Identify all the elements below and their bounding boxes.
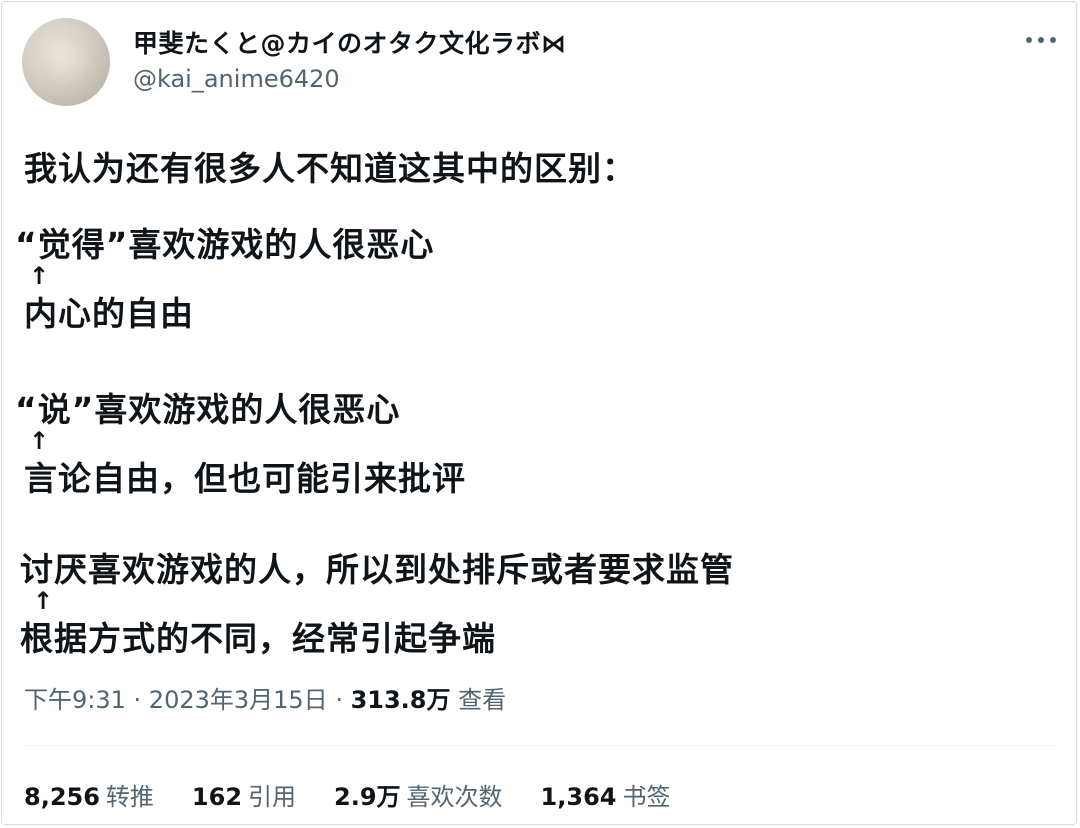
tweet-line: “说”喜欢游戏的人很恶心 — [15, 390, 401, 429]
tweet-line: 讨厌喜欢游戏的人，所以到处排斥或者要求监管 — [20, 550, 734, 589]
tweet-line: 根据方式的不同，经常引起争端 — [20, 619, 496, 658]
stat-quotes-label: 引用 — [248, 783, 297, 811]
tweet-line: 内心的自由 — [24, 294, 194, 333]
stat-likes-label: 喜欢次数 — [406, 783, 503, 811]
avatar[interactable] — [22, 18, 110, 106]
stat-quotes-count: 162 — [191, 783, 243, 811]
author-display-name[interactable]: 甲斐たくと@カイのオタク文化ラボ⋈ — [133, 24, 567, 60]
tweet-line: 言论自由，但也可能引来批评 — [24, 459, 466, 498]
stat-likes-count: 2.9万 — [334, 783, 401, 811]
tweet-card: 甲斐たくと@カイのオタク文化ラボ⋈ @kai_anime6420 我认为还有很多… — [1, 1, 1077, 825]
arrow-up-icon: ↑ — [33, 587, 54, 615]
stat-bookmarks-label: 书签 — [622, 783, 671, 811]
dot-icon — [1026, 37, 1032, 43]
stat-bookmarks-count: 1,364 — [540, 783, 617, 811]
views-label[interactable]: 查看 — [451, 686, 506, 714]
stat-quotes[interactable]: 162 引用 — [192, 777, 296, 812]
stat-retweets[interactable]: 8,256 转推 — [24, 777, 154, 812]
tweet-date[interactable]: 2023年3月15日 — [149, 686, 328, 714]
stat-bookmarks[interactable]: 1,364 书签 — [541, 777, 671, 812]
arrow-up-icon: ↑ — [29, 427, 50, 455]
tweet-line: “觉得”喜欢游戏的人很恶心 — [15, 225, 435, 264]
meta-separator: · — [327, 686, 351, 714]
views-count[interactable]: 313.8万 — [351, 686, 451, 714]
divider — [24, 745, 1056, 746]
stat-retweets-label: 转推 — [105, 783, 154, 811]
dot-icon — [1038, 37, 1044, 43]
arrow-up-icon: ↑ — [29, 262, 50, 290]
author-handle[interactable]: @kai_anime6420 — [133, 65, 340, 93]
more-horizontal-icon[interactable] — [1026, 30, 1056, 50]
stat-retweets-count: 8,256 — [24, 783, 100, 811]
tweet-line: 我认为还有很多人不知道这其中的区别： — [24, 149, 636, 188]
stat-likes[interactable]: 2.9万 喜欢次数 — [334, 777, 503, 812]
dot-icon — [1050, 37, 1056, 43]
tweet-stats: 8,256 转推 162 引用 2.9万 喜欢次数 1,364 书签 — [24, 777, 708, 812]
tweet-meta: 下午9:31 · 2023年3月15日 · 313.8万 查看 — [24, 680, 506, 715]
tweet-time[interactable]: 下午9:31 — [24, 686, 126, 714]
meta-separator: · — [125, 686, 149, 714]
